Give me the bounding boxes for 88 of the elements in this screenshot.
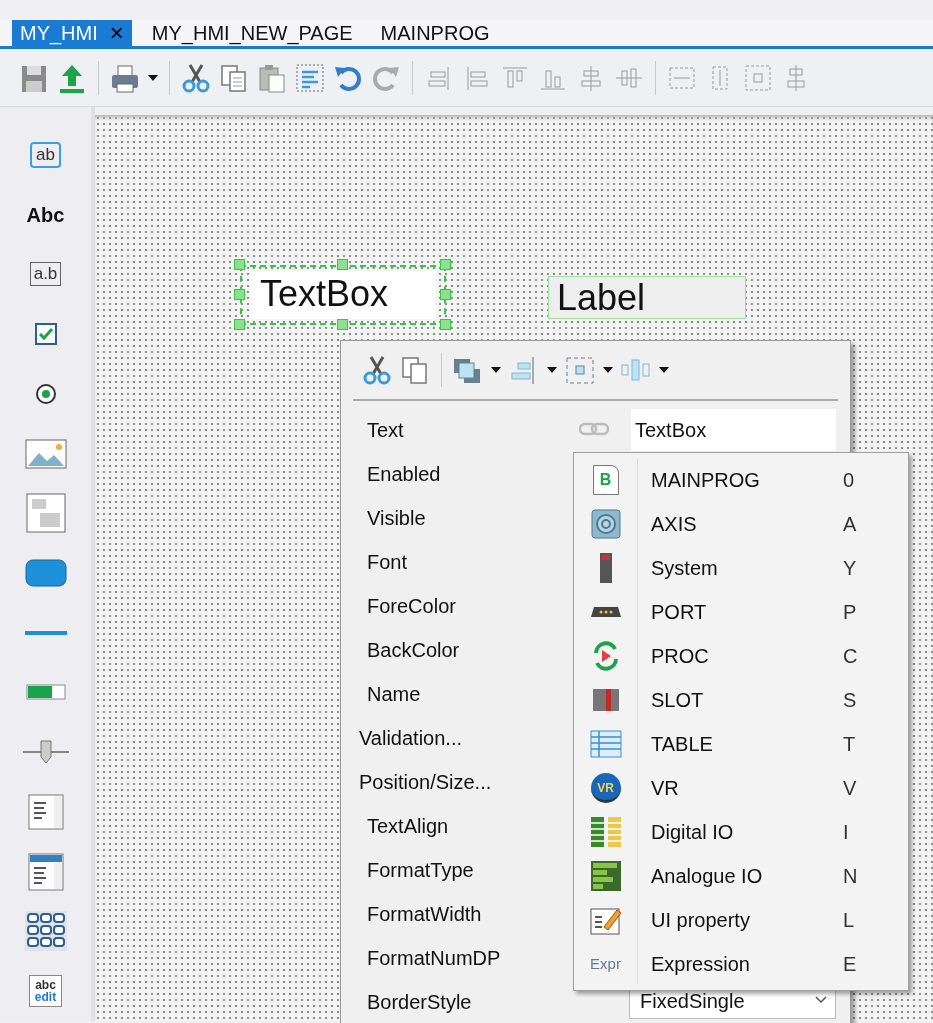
document-tab[interactable]: MAINPROG [372,20,498,46]
shortcut-key: S [843,685,857,715]
property-label: BackColor [367,638,460,663]
resize-handle[interactable] [234,259,245,270]
progress-bar-icon[interactable] [25,684,66,701]
document-tab[interactable]: MY_HMI_NEW_PAGE [143,20,361,46]
document-icon: B [592,465,619,495]
chevron-icon [815,996,827,1004]
button-icon[interactable] [24,559,67,587]
caret-icon[interactable] [490,365,502,375]
resize-handle[interactable] [337,259,348,270]
menu-item[interactable]: Digital IO I [574,810,908,854]
menu-item[interactable]: PORT P [574,590,908,634]
globe-icon: VR [590,773,621,803]
motor-icon [590,509,621,539]
menu-item[interactable]: System Y [574,546,908,590]
slider-icon[interactable] [22,739,69,766]
shortcut-key: N [843,861,858,891]
shortcut-key: I [843,817,849,847]
edit-box-tool[interactable]: a.b [29,262,62,287]
caret-icon[interactable] [658,365,670,375]
caret-icon[interactable] [602,365,614,375]
action-link[interactable]: Position/Size... [359,769,492,795]
label-tool[interactable]: Abc [26,199,65,230]
property-label: Font [367,550,408,575]
link-icon[interactable] [579,421,609,437]
label-control[interactable]: Label [548,276,746,319]
controller-icon [598,552,613,584]
menu-item[interactable]: Analogue IO N [574,854,908,898]
radio-icon[interactable] [33,381,58,406]
action-link[interactable]: Validation... [359,725,463,751]
edit-form-icon [589,905,622,935]
grid-icon[interactable] [24,911,67,952]
cut-icon[interactable] [361,354,393,386]
property-label: Name [367,682,421,707]
slot-icon [591,688,620,712]
resize-handle[interactable] [234,319,245,330]
menu-item[interactable]: B MAINPROG 0 [574,458,908,502]
image-icon[interactable] [24,438,67,469]
menu-item[interactable]: AXIS A [574,502,908,546]
align-text-icon[interactable] [294,61,326,94]
shortcut-key: 0 [843,465,855,495]
combo-box-icon[interactable] [27,852,64,891]
menu-item[interactable]: TABLE T [574,722,908,766]
menu-item[interactable]: Expr Expression E [574,942,908,986]
textbox-control[interactable]: TextBox [250,271,436,319]
resize-handle[interactable] [234,289,245,300]
property-label: ForeColor [367,594,456,619]
property-label: TextAlign [367,814,449,839]
shortcut-key: A [843,509,857,539]
shortcut-key: Y [843,553,857,583]
resize-handle[interactable] [440,259,451,270]
textbox-tool[interactable]: ab [30,141,61,168]
caret-icon[interactable] [546,365,558,375]
checkbox-icon[interactable] [33,322,58,347]
expression-icon: Expr [590,952,621,976]
resize-handle[interactable] [337,319,348,330]
level-bars-icon [589,860,622,892]
text-edit-tool[interactable]: abc edit [28,975,63,1008]
menu-item[interactable]: SLOT S [574,678,908,722]
property-label: FormatWidth [367,902,482,927]
resize-handle[interactable] [440,289,451,300]
resize-handle[interactable] [440,319,451,330]
property-label: Enabled [367,462,441,487]
document-tab[interactable]: MY_HMI × [12,20,132,46]
close-icon[interactable]: × [109,20,124,46]
io-bars-icon [589,816,622,848]
panel-icon[interactable] [25,493,66,534]
port-icon [589,606,622,618]
center-icon[interactable] [564,354,596,386]
shortcut-key: L [843,905,855,935]
menu-item[interactable]: PROC C [574,634,908,678]
shortcut-key: E [843,949,857,979]
property-label: Visible [367,506,426,531]
property-label: Text [367,418,404,443]
menu-item[interactable]: VR VR V [574,766,908,810]
shortcut-key: V [843,773,857,803]
shortcut-key: T [843,729,856,759]
property-label: FormatNumDP [367,946,501,971]
shortcut-key: P [843,597,857,627]
menu-item[interactable]: UI property L [574,898,908,942]
table-icon [589,730,622,758]
caret-icon[interactable] [147,72,159,83]
input-field[interactable]: TextBox [631,409,836,451]
shortcut-key: C [843,641,858,671]
property-label: BorderStyle [367,990,472,1015]
list-box-icon[interactable] [27,793,64,830]
property-label: FormatType [367,858,474,883]
